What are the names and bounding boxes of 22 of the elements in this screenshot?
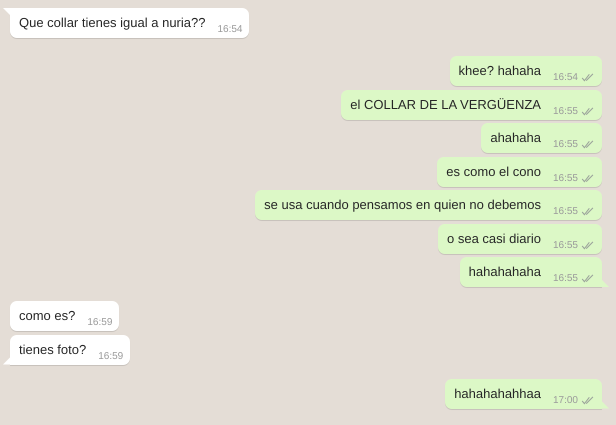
message-text: es como el cono bbox=[446, 164, 541, 180]
message-time: 16:59 bbox=[87, 317, 112, 328]
message-time: 16:55 bbox=[552, 106, 578, 116]
message-text: tienes foto? bbox=[19, 342, 86, 358]
message-time: 16:54 bbox=[552, 72, 578, 83]
message-time: 16:55 bbox=[552, 240, 578, 250]
message-time: 16:55 bbox=[552, 172, 578, 184]
message-text: khee? hahaha bbox=[458, 63, 541, 80]
message-time: 16:59 bbox=[98, 350, 124, 362]
message-time: 16:55 bbox=[552, 273, 578, 284]
message-text: Que collar tienes igual a nuria?? bbox=[19, 15, 206, 32]
message-text: hahahahahhaa bbox=[454, 386, 541, 402]
message-text: ahahaha bbox=[490, 130, 541, 147]
message-text: se usa cuando pensamos en quien no debemos bbox=[264, 197, 541, 214]
message-text: hahahahaha bbox=[468, 264, 541, 281]
message-text: o sea casi diario bbox=[447, 230, 541, 248]
message-time: 16:55 bbox=[552, 206, 578, 217]
message-time: 17:00 bbox=[552, 394, 578, 406]
message-time: 16:55 bbox=[552, 139, 578, 150]
message-text: como es? bbox=[19, 308, 76, 325]
message-text: el COLLAR DE LA VERGÜENZA bbox=[350, 96, 541, 114]
message-time: 16:54 bbox=[217, 24, 242, 35]
